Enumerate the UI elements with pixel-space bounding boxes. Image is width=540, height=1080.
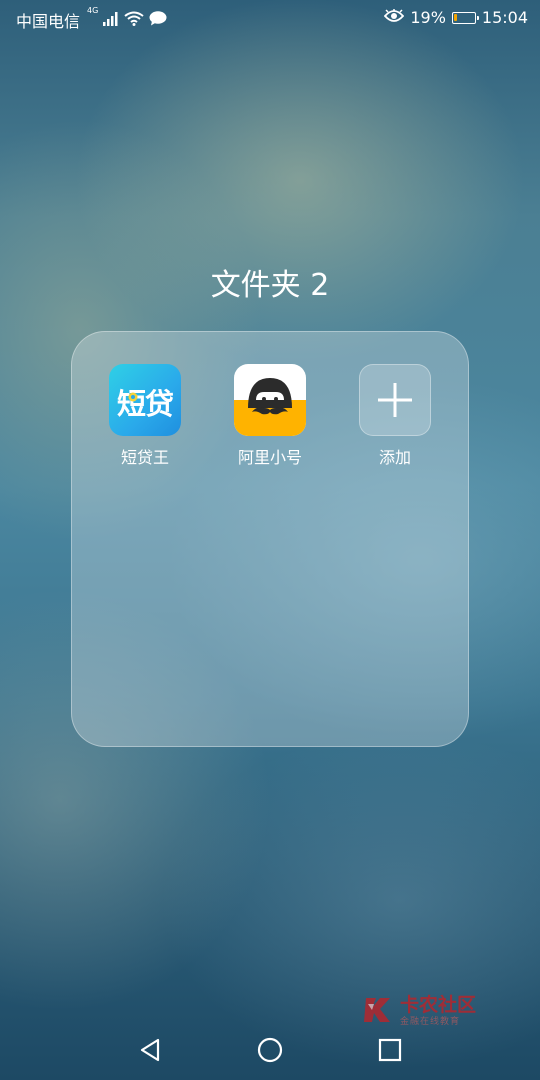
alixiaohao-app-icon[interactable] [234, 364, 306, 436]
app-duandaiwang[interactable]: 短贷 短贷王 [90, 364, 200, 468]
signal-icon: 4G [85, 6, 119, 30]
duandaiwang-label: 短贷王 [120, 448, 169, 467]
battery-icon [451, 11, 479, 24]
watermark-title: 卡农社区 [400, 994, 477, 1016]
status-right: 19% 15:04 [384, 8, 528, 27]
wifi-icon [124, 11, 145, 30]
app-alixiaohao[interactable]: 阿里小号 [215, 364, 325, 468]
home-icon[interactable] [254, 1034, 286, 1066]
recents-icon[interactable] [374, 1034, 406, 1066]
network-type: 4G [87, 5, 99, 15]
folder-title[interactable]: 文件夹 2 [0, 260, 540, 304]
status-bar: 中国电信 4G 19% 15:04 [0, 0, 540, 36]
duandaiwang-app-icon[interactable]: 短贷 [109, 364, 181, 436]
home-screen: 中国电信 4G 19% 15:04 文件夹 2 短贷 短贷王 阿里小号 添加 卡… [0, 0, 540, 1080]
carrier-name: 中国电信 [16, 12, 81, 31]
add-label: 添加 [378, 448, 411, 467]
navigation-bar [0, 1020, 540, 1080]
eye-icon [384, 8, 405, 27]
battery-percent: 19% [410, 8, 446, 27]
battery-level [454, 14, 458, 21]
alixiaohao-label: 阿里小号 [237, 448, 302, 467]
add-app-button[interactable]: 添加 [340, 364, 450, 468]
back-icon[interactable] [134, 1034, 166, 1066]
folder-panel: 短贷 短贷王 阿里小号 添加 [71, 331, 469, 747]
status-left: 中国电信 4G [16, 6, 167, 32]
clock: 15:04 [481, 8, 528, 27]
message-icon [149, 10, 167, 30]
plus-icon[interactable] [359, 364, 431, 436]
